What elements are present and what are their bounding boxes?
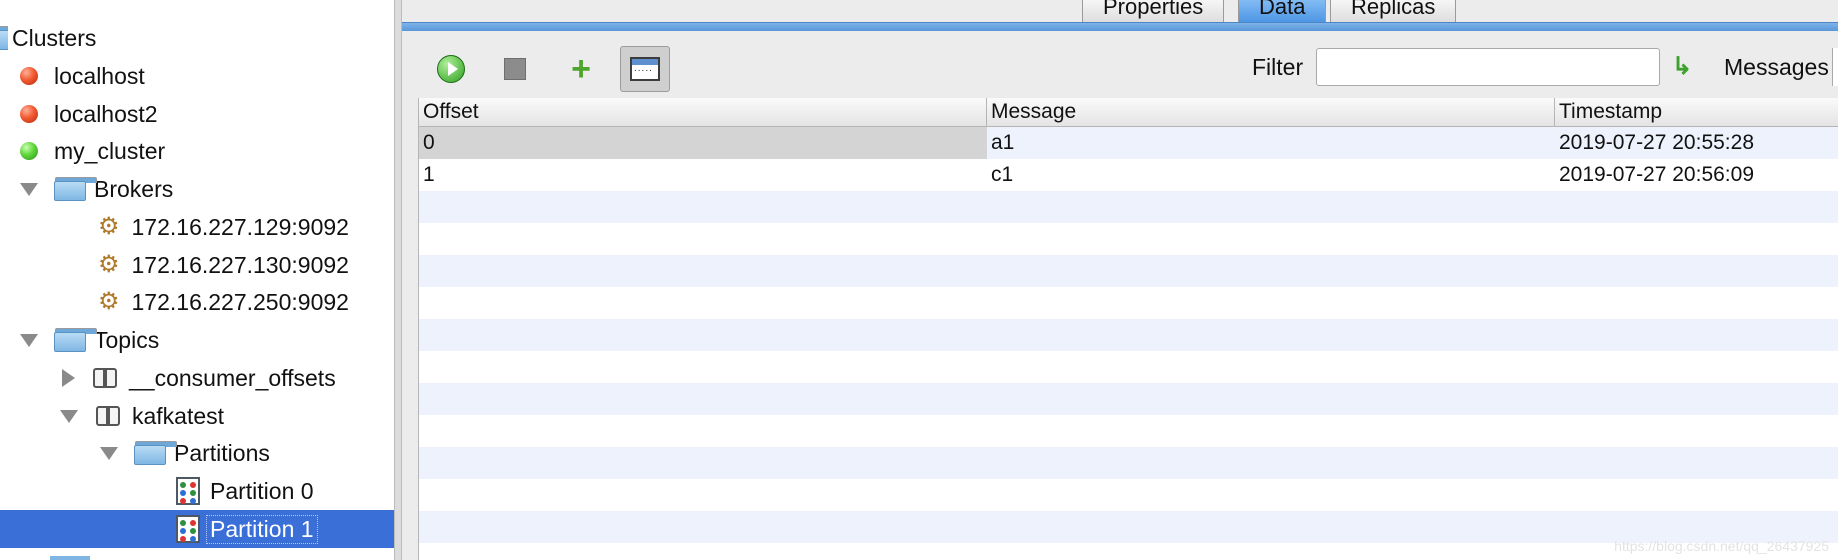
- tree-item-partition-0[interactable]: Partition 0: [176, 472, 314, 510]
- empty-row: [419, 447, 1838, 479]
- tree-label: Partition 1: [206, 514, 318, 544]
- table-row[interactable]: 1 c1 2019-07-27 20:56:09: [419, 159, 1838, 191]
- cell-message: a1: [991, 131, 1015, 154]
- add-message-button[interactable]: +: [556, 46, 606, 92]
- view-toggle-button[interactable]: [620, 46, 670, 92]
- split-pane-divider[interactable]: [394, 0, 402, 560]
- play-icon: [437, 55, 465, 83]
- expand-toggle-icon[interactable]: [20, 182, 38, 196]
- cell-message: c1: [991, 163, 1014, 186]
- cell-offset: 1: [423, 163, 435, 186]
- folder-icon: [54, 177, 97, 201]
- status-disconnected-icon: [20, 67, 38, 85]
- start-button[interactable]: [426, 46, 476, 92]
- broker-gear-icon: ⚙: [98, 288, 120, 315]
- tree-label: 172.16.227.129:9092: [131, 213, 349, 240]
- status-connected-icon: [20, 142, 38, 160]
- topic-book-icon: [93, 366, 121, 390]
- tree-item-broker[interactable]: ⚙ 172.16.227.130:9092: [98, 246, 349, 284]
- tab-data[interactable]: Data: [1238, 0, 1327, 22]
- tree-item-brokers[interactable]: Brokers: [20, 170, 173, 208]
- collapse-toggle-icon[interactable]: [62, 369, 75, 387]
- tree-label: Partition 0: [210, 477, 314, 504]
- expand-toggle-icon[interactable]: [100, 446, 118, 460]
- plus-icon: +: [571, 50, 591, 88]
- cell-offset: 0: [419, 127, 987, 159]
- partition-detail-panel: Properties Data Replicas + Filter ↳ Mess…: [402, 0, 1838, 560]
- watermark: https://blog.csdn.net/qq_26437925: [1614, 538, 1829, 554]
- folder-icon: [0, 26, 8, 50]
- broker-gear-icon: ⚙: [98, 251, 120, 278]
- messages-label: Messages: [1724, 54, 1829, 80]
- expand-toggle-icon[interactable]: [60, 409, 78, 423]
- cluster-tree[interactable]: Clusters localhost localhost2 my_cluster…: [0, 0, 394, 560]
- empty-row: [419, 351, 1838, 383]
- tree-label: Partitions: [174, 439, 270, 466]
- empty-row: [419, 479, 1838, 511]
- tree-label: Brokers: [94, 175, 174, 202]
- empty-row: [419, 287, 1838, 319]
- partition-icon: [176, 515, 200, 543]
- empty-row: [419, 319, 1838, 351]
- column-header-timestamp[interactable]: Timestamp: [1555, 98, 1838, 126]
- filter-label: Filter: [1252, 54, 1304, 80]
- tree-label: __consumer_offsets: [129, 364, 336, 391]
- empty-row: [419, 223, 1838, 255]
- tree-item-topic-kafkatest[interactable]: kafkatest: [60, 397, 224, 435]
- stop-button[interactable]: [490, 46, 540, 92]
- tab-bar: Properties Data Replicas: [402, 0, 1838, 24]
- tree-item-broker[interactable]: ⚙ 172.16.227.129:9092: [98, 208, 349, 246]
- tree-label: kafkatest: [132, 402, 225, 429]
- broker-gear-icon: ⚙: [98, 213, 120, 240]
- empty-row: [419, 191, 1838, 223]
- tree-label: my_cluster: [54, 137, 166, 164]
- tree-item-cluster-localhost[interactable]: localhost: [20, 57, 145, 95]
- window-icon: [630, 57, 660, 81]
- messages-table[interactable]: Offset Message Timestamp 0 a1 2019-07-27…: [418, 98, 1838, 560]
- table-row[interactable]: 0 a1 2019-07-27 20:55:28: [419, 127, 1838, 159]
- folder-icon: [54, 328, 97, 352]
- cell-timestamp: 2019-07-27 20:55:28: [1559, 131, 1754, 154]
- tree-label: 172.16.227.130:9092: [131, 251, 349, 278]
- tree-root-clusters[interactable]: Clusters: [0, 19, 96, 57]
- empty-row: [419, 383, 1838, 415]
- next-item-folder-edge: [50, 556, 90, 560]
- tab-replicas[interactable]: Replicas: [1330, 0, 1457, 22]
- expand-toggle-icon[interactable]: [20, 333, 38, 347]
- cell-timestamp: 2019-07-27 20:56:09: [1559, 163, 1754, 186]
- topic-book-icon: [96, 404, 124, 428]
- table-header: Offset Message Timestamp: [419, 98, 1838, 127]
- tab-underline: [402, 22, 1838, 31]
- messages-input[interactable]: [1832, 48, 1838, 86]
- tree-label: localhost2: [54, 100, 158, 127]
- stop-icon: [504, 58, 526, 80]
- tree-item-cluster-my-cluster[interactable]: my_cluster: [20, 132, 165, 170]
- folder-icon: [134, 441, 177, 465]
- tree-item-broker[interactable]: ⚙ 172.16.227.250:9092: [98, 283, 349, 321]
- tab-properties[interactable]: Properties: [1082, 0, 1225, 22]
- tree-label: Clusters: [12, 24, 97, 51]
- tree-item-partition-1[interactable]: Partition 1: [0, 510, 394, 548]
- status-disconnected-icon: [20, 105, 38, 123]
- data-toolbar: + Filter ↳ Messages: [402, 34, 1838, 98]
- partition-icon: [176, 477, 200, 505]
- tree-item-partitions[interactable]: Partitions: [100, 434, 270, 472]
- apply-filter-arrow-icon[interactable]: ↳: [1672, 52, 1692, 81]
- tree-label: 172.16.227.250:9092: [131, 288, 349, 315]
- filter-input[interactable]: [1316, 48, 1660, 86]
- tree-label: localhost: [54, 62, 145, 89]
- tree-item-cluster-localhost2[interactable]: localhost2: [20, 95, 158, 133]
- empty-row: [419, 415, 1838, 447]
- column-header-offset[interactable]: Offset: [419, 98, 987, 126]
- tree-item-topic-consumer-offsets[interactable]: __consumer_offsets: [62, 359, 336, 397]
- empty-row: [419, 255, 1838, 287]
- tree-item-topics[interactable]: Topics: [20, 321, 159, 359]
- tree-label: Topics: [94, 326, 160, 353]
- column-header-message[interactable]: Message: [987, 98, 1555, 126]
